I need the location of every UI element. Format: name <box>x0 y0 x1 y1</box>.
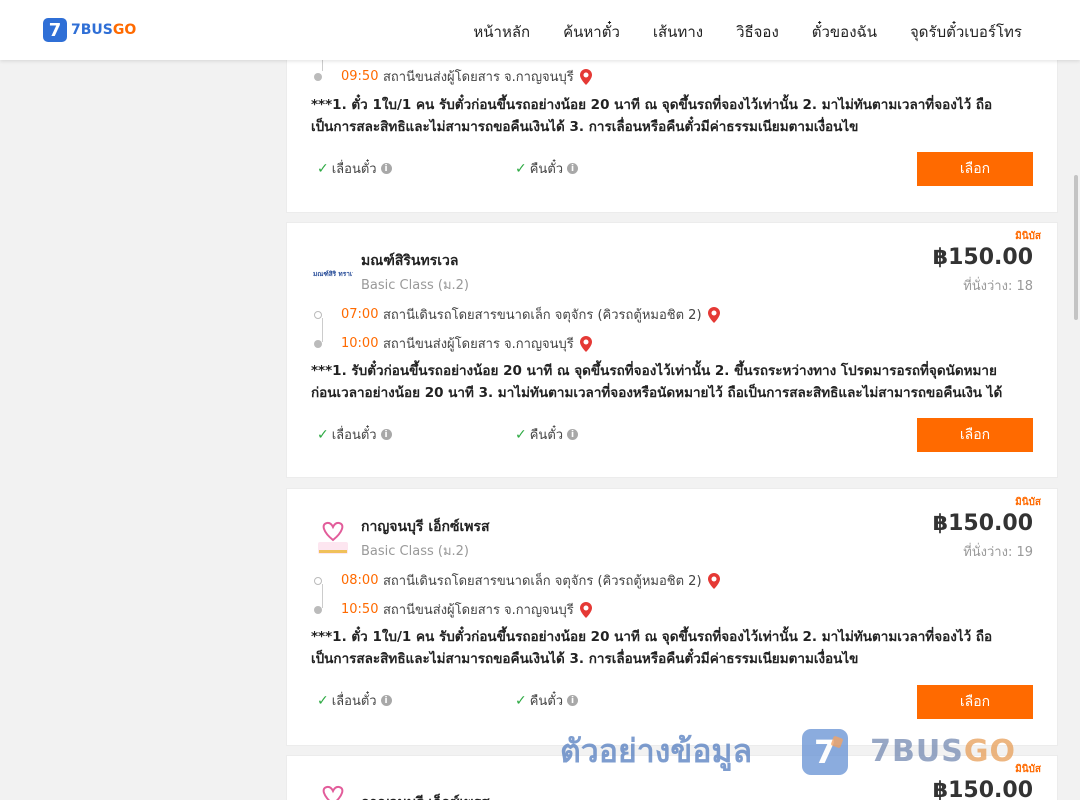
nav-my-tickets[interactable]: ตั๋วของฉัน <box>812 20 877 44</box>
refund-ticket-feature: ✓ คืนตั๋ว i <box>515 158 579 179</box>
svg-text:มณฑ์สิริ ทราเวล: มณฑ์สิริ ทราเวล <box>313 270 353 278</box>
nav-pickup-points[interactable]: จุดรับตั๋วเบอร์โทร <box>910 20 1022 44</box>
watermark-logo-mark: 7 <box>802 728 849 775</box>
select-button[interactable]: เลือก <box>917 152 1033 186</box>
ticket-price: ฿150.00 <box>932 778 1033 800</box>
refund-ticket-feature: ✓ คืนตั๋ว i <box>515 690 579 711</box>
departure-stop: 07:00 สถานีเดินรถโดยสารขนาดเล็ก จตุจักร … <box>313 304 720 325</box>
ticket-price: ฿150.00 <box>932 245 1033 270</box>
logo-mark: 7 <box>43 18 67 42</box>
ticket-policy: ***1. ตั๋ว 1ใบ/1 คน รับตั๋วก่อนขึ้นรถอย่… <box>311 629 993 667</box>
location-pin-icon[interactable] <box>707 306 720 323</box>
check-icon: ✓ <box>515 692 527 709</box>
watermark-brand: 7BUSGO <box>870 734 1016 769</box>
departure-stop: 08:00 สถานีเดินรถโดยสารขนาดเล็ก จตุจักร … <box>313 570 720 591</box>
operator-logo <box>313 783 353 800</box>
operator-logo: มณฑ์สิริ ทราเวล <box>313 253 353 293</box>
nav-how-to-book[interactable]: วิธีจอง <box>736 20 779 44</box>
watermark-text: ตัวอย่างข้อมูล <box>560 732 753 770</box>
operator-info: กาญจนบุรี เอ็กซ์เพรส <box>313 783 490 800</box>
operator-name: มณฑ์สิรินทรเวล <box>361 253 459 269</box>
arrival-stop: 10:50 สถานีขนส่งผู้โดยสาร จ.กาญจนบุรี <box>313 599 592 620</box>
check-icon: ✓ <box>317 160 329 177</box>
operator-info: มณฑ์สิริ ทราเวล มณฑ์สิรินทรเวล Basic Cla… <box>313 250 469 295</box>
trip-card: 09:50 สถานีขนส่งผู้โดยสาร จ.กาญจนบุรี **… <box>286 40 1058 213</box>
info-icon[interactable]: i <box>380 695 392 706</box>
service-class: Basic Class (ม.2) <box>361 544 469 559</box>
scroll-thumb[interactable] <box>1074 175 1078 320</box>
check-icon: ✓ <box>515 426 527 443</box>
arrival-stop: 10:00 สถานีขนส่งผู้โดยสาร จ.กาญจนบุรี <box>313 333 592 354</box>
select-button[interactable]: เลือก <box>917 418 1033 452</box>
info-icon[interactable]: i <box>567 163 579 174</box>
select-button[interactable]: เลือก <box>917 685 1033 719</box>
operator-name: กาญจนบุรี เอ็กซ์เพรส <box>361 519 490 535</box>
info-icon[interactable]: i <box>380 429 392 440</box>
arrival-stop: 09:50 สถานีขนส่งผู้โดยสาร จ.กาญจนบุรี <box>313 66 592 87</box>
ticket-policy: ***1. รับตั๋วก่อนขึ้นรถอย่างน้อย 20 นาที… <box>311 363 1003 401</box>
logo-text: 7BUSGO <box>71 22 137 38</box>
location-pin-icon[interactable] <box>707 572 720 589</box>
change-ticket-feature: ✓ เลื่อนตั๋ว i <box>317 158 392 179</box>
operator-info: กาญจนบุรี เอ็กซ์เพรส Basic Class (ม.2) <box>313 516 490 561</box>
ticket-price: ฿150.00 <box>932 511 1033 536</box>
ticket-policy: ***1. ตั๋ว 1ใบ/1 คน รับตั๋วก่อนขึ้นรถอย่… <box>311 97 993 135</box>
location-pin-icon[interactable] <box>579 601 592 618</box>
vehicle-type-badge: มินิบัส <box>1015 764 1041 775</box>
info-icon[interactable]: i <box>567 429 579 440</box>
location-pin-icon[interactable] <box>579 68 592 85</box>
available-seats: ที่นั่งว่าง: 19 <box>963 545 1033 560</box>
location-pin-icon[interactable] <box>579 335 592 352</box>
main-nav: หน้าหลัก ค้นหาตั๋ว เส้นทาง วิธีจอง ตั๋วข… <box>440 20 1022 44</box>
vehicle-type-badge: มินิบัส <box>1015 497 1041 508</box>
check-icon: ✓ <box>317 426 329 443</box>
change-ticket-feature: ✓ เลื่อนตั๋ว i <box>317 424 392 445</box>
site-logo[interactable]: 7 7BUSGO <box>43 18 136 42</box>
trip-card: มินิบัส กาญจนบุรี เอ็กซ์เพรส Basic Class… <box>286 488 1058 746</box>
info-icon[interactable]: i <box>380 163 392 174</box>
operator-logo <box>313 519 353 559</box>
trip-card: มินิบัส มณฑ์สิริ ทราเวล มณฑ์สิรินทรเวล B… <box>286 222 1058 478</box>
nav-search-tickets[interactable]: ค้นหาตั๋ว <box>563 20 620 44</box>
page-scrollbar[interactable] <box>1072 60 1080 800</box>
operator-name: กาญจนบุรี เอ็กซ์เพรส <box>361 792 490 800</box>
check-icon: ✓ <box>317 692 329 709</box>
nav-home[interactable]: หน้าหลัก <box>473 20 530 44</box>
available-seats: ที่นั่งว่าง: 18 <box>963 279 1033 294</box>
change-ticket-feature: ✓ เลื่อนตั๋ว i <box>317 690 392 711</box>
sample-data-watermark: ตัวอย่างข้อมูล 7 7BUSGO <box>560 726 1016 777</box>
check-icon: ✓ <box>515 160 527 177</box>
top-header: 7 7BUSGO หน้าหลัก ค้นหาตั๋ว เส้นทาง วิธี… <box>0 0 1080 60</box>
info-icon[interactable]: i <box>567 695 579 706</box>
vehicle-type-badge: มินิบัส <box>1015 231 1041 242</box>
nav-routes[interactable]: เส้นทาง <box>653 20 703 44</box>
refund-ticket-feature: ✓ คืนตั๋ว i <box>515 424 579 445</box>
service-class: Basic Class (ม.2) <box>361 278 469 293</box>
